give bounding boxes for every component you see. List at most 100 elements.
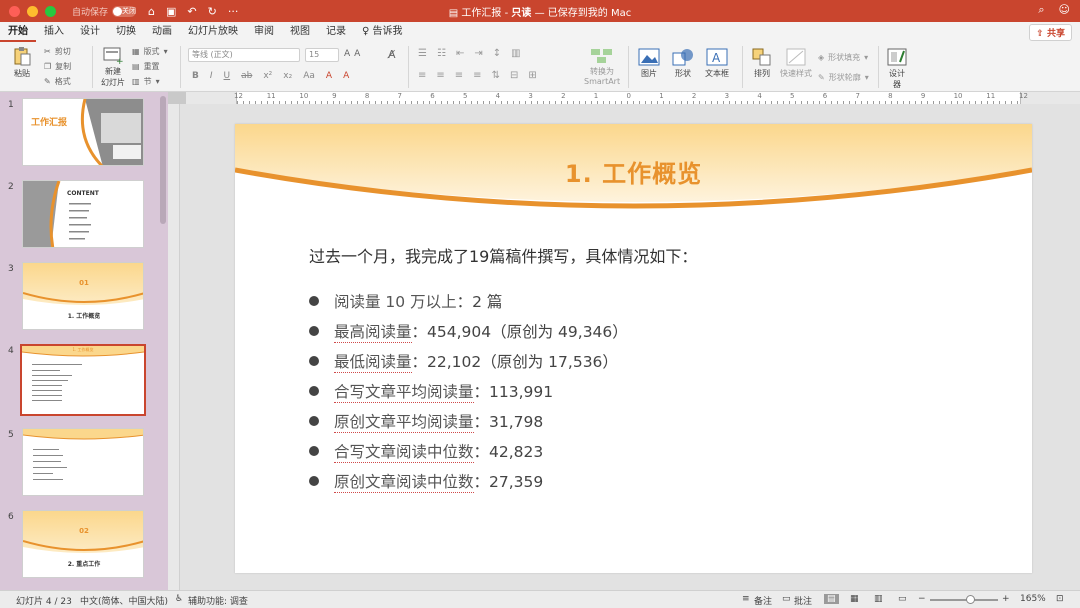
zoom-slider[interactable] (930, 599, 998, 601)
slide-canvas[interactable]: 1. 工作概览 过去一个月，我完成了19篇稿件撰写，具体情况如下： 阅读量 10… (180, 104, 1080, 590)
distribute-icon[interactable]: ⊞ (528, 70, 536, 81)
justify-icon[interactable]: ≡ (473, 70, 481, 81)
slideshow-icon[interactable]: ▭ (898, 594, 907, 604)
superscript-button[interactable]: x² (263, 71, 272, 81)
convert-smartart-button[interactable]: 转换为 SmartArt (584, 48, 620, 86)
shrink-font-icon[interactable]: A (354, 49, 360, 59)
ruler-number: 4 (757, 92, 762, 100)
tab-view[interactable]: 视图 (282, 22, 318, 42)
slide-thumbnail-4[interactable]: 1. 工作概览 (20, 344, 146, 416)
redo-icon[interactable]: ↻ (208, 5, 217, 18)
picture-button[interactable]: 图片 (634, 48, 664, 79)
highlight-button[interactable]: A (326, 71, 332, 81)
slide-intro-text[interactable]: 过去一个月，我完成了19篇稿件撰写，具体情况如下： (309, 243, 697, 267)
search-icon[interactable]: ⌕ (1038, 3, 1044, 17)
save-icon[interactable]: ▣ (166, 5, 176, 18)
status-bar: 幻灯片 4 / 23 中文(简体、中国大陆) ♿ 辅助功能: 调查 ≡ 备注 ▭… (0, 590, 1080, 608)
columns-icon[interactable]: ▥ (511, 48, 520, 59)
shape-fill-button[interactable]: ◈ 形状填充 ▾ (818, 52, 868, 63)
tab-transitions[interactable]: 切换 (108, 22, 144, 42)
align-right-icon[interactable]: ≡ (455, 70, 463, 81)
underline-button[interactable]: U (224, 71, 231, 81)
maximize-window-button[interactable] (45, 5, 56, 17)
tab-slideshow[interactable]: 幻灯片放映 (180, 22, 246, 42)
normal-view-icon[interactable]: ▤ (824, 594, 839, 604)
italic-button[interactable]: I (210, 71, 213, 81)
textbox-button[interactable]: A 文本框 (702, 48, 732, 79)
zoom-out-icon[interactable]: − (918, 594, 926, 604)
grow-font-icon[interactable]: A (344, 49, 350, 59)
designer-button[interactable]: 设计 器 (884, 48, 910, 90)
slide-sorter-icon[interactable]: ▦ (850, 594, 859, 604)
slide-bullet-list[interactable]: 阅读量 10 万以上 ：2 篇 最高阅读量 ：454,904（原创为 49,346）… (309, 286, 628, 496)
layout-button[interactable]: ▦ 版式 ▾ (132, 46, 168, 57)
section-button[interactable]: ▥ 节 ▾ (132, 76, 160, 87)
thumbnail-scrollbar[interactable] (160, 96, 166, 224)
subscript-button[interactable]: x₂ (283, 71, 292, 81)
font-color-button[interactable]: A (343, 71, 349, 81)
clear-format-button[interactable]: A̸ (388, 48, 396, 61)
zoom-slider-handle[interactable] (966, 595, 975, 604)
align-center-icon[interactable]: ≡ (436, 70, 444, 81)
increase-indent-icon[interactable]: ⇥ (474, 48, 482, 59)
accessibility-status[interactable]: 辅助功能: 调查 (188, 594, 248, 607)
home-icon[interactable]: ⌂ (148, 5, 155, 18)
font-name-select[interactable]: 等线 (正文) (188, 48, 300, 62)
bullets-icon[interactable]: ☰ (418, 48, 427, 59)
slide-thumbnail-6[interactable]: 02 2. 重点工作 (22, 510, 144, 578)
shape-outline-button[interactable]: ✎ 形状轮廓 ▾ (818, 72, 869, 83)
comments-button[interactable]: 批注 (794, 594, 812, 607)
numbering-icon[interactable]: ☷ (437, 48, 446, 59)
more-icon[interactable]: ··· (228, 5, 239, 18)
tab-insert[interactable]: 插入 (36, 22, 72, 42)
new-slide-button[interactable]: + 新建 幻灯片 (98, 46, 128, 88)
zoom-in-icon[interactable]: + (1002, 594, 1010, 604)
tab-record[interactable]: 记录 (318, 22, 354, 42)
svg-text:+: + (116, 57, 123, 64)
bullet-label: 原创文章阅读中位数 (334, 470, 474, 493)
arrange-button[interactable]: 排列 (748, 48, 776, 79)
paste-button[interactable]: 粘贴 (8, 46, 36, 79)
pen-icon: ✎ (818, 73, 825, 82)
tab-design[interactable]: 设计 (72, 22, 108, 42)
tab-home[interactable]: 开始 (0, 22, 36, 42)
autosave-toggle[interactable]: 关闭 (112, 5, 137, 17)
reading-view-icon[interactable]: ▥ (874, 594, 883, 604)
tab-animations[interactable]: 动画 (144, 22, 180, 42)
fit-slide-icon[interactable]: ⊡ (1056, 594, 1064, 604)
share-button[interactable]: ⇪ 共享 (1029, 24, 1072, 41)
reset-button[interactable]: ▤ 重置 (132, 61, 160, 72)
slide-thumbnail-1[interactable]: 工作汇报 (22, 98, 144, 166)
tell-me[interactable]: ♀ 告诉我 (354, 22, 411, 42)
shapes-icon (672, 49, 693, 66)
copy-button[interactable]: ❐ 复制 (44, 61, 71, 72)
change-case-button[interactable]: Aa (303, 71, 315, 81)
slide-thumbnail-3[interactable]: 01 1. 工作概览 (22, 262, 144, 330)
close-window-button[interactable] (9, 5, 20, 17)
slide-title[interactable]: 1. 工作概览 (235, 154, 1032, 189)
strikethrough-button[interactable]: ab (241, 71, 252, 81)
line-spacing-icon[interactable]: ↕ (493, 48, 501, 59)
undo-icon[interactable]: ↶ (187, 5, 196, 18)
quick-styles-button[interactable]: 快速样式 (780, 48, 812, 79)
language-status[interactable]: 中文(简体、中国大陆) (80, 594, 168, 607)
decrease-indent-icon[interactable]: ⇤ (456, 48, 464, 59)
account-icon[interactable]: ☺ (1059, 3, 1070, 17)
minimize-window-button[interactable] (27, 5, 38, 17)
font-size-select[interactable]: 15 (305, 48, 339, 62)
slide-thumbnail-5[interactable] (22, 428, 144, 496)
shape-button[interactable]: 形状 (668, 48, 698, 79)
align-left-icon[interactable]: ≡ (418, 70, 426, 81)
bold-button[interactable]: B (192, 71, 199, 81)
zoom-level[interactable]: 165% (1020, 594, 1046, 604)
horizontal-ruler: 12 11 10 9 8 7 6 5 4 3 2 1 0 1 2 3 4 5 6 7 8 9 10 11 12 (186, 92, 1080, 104)
text-direction-icon[interactable]: ⇅ (492, 70, 500, 81)
align-text-icon[interactable]: ⊟ (510, 70, 518, 81)
current-slide[interactable]: 1. 工作概览 过去一个月，我完成了19篇稿件撰写，具体情况如下： 阅读量 10… (235, 124, 1032, 573)
bullet-label: 原创文章平均阅读量 (334, 410, 474, 433)
notes-button[interactable]: 备注 (754, 594, 772, 607)
tab-review[interactable]: 审阅 (246, 22, 282, 42)
format-painter-button[interactable]: ✎ 格式 (44, 76, 71, 87)
slide-thumbnail-2[interactable]: CONTENT (22, 180, 144, 248)
cut-button[interactable]: ✂ 剪切 (44, 46, 71, 57)
